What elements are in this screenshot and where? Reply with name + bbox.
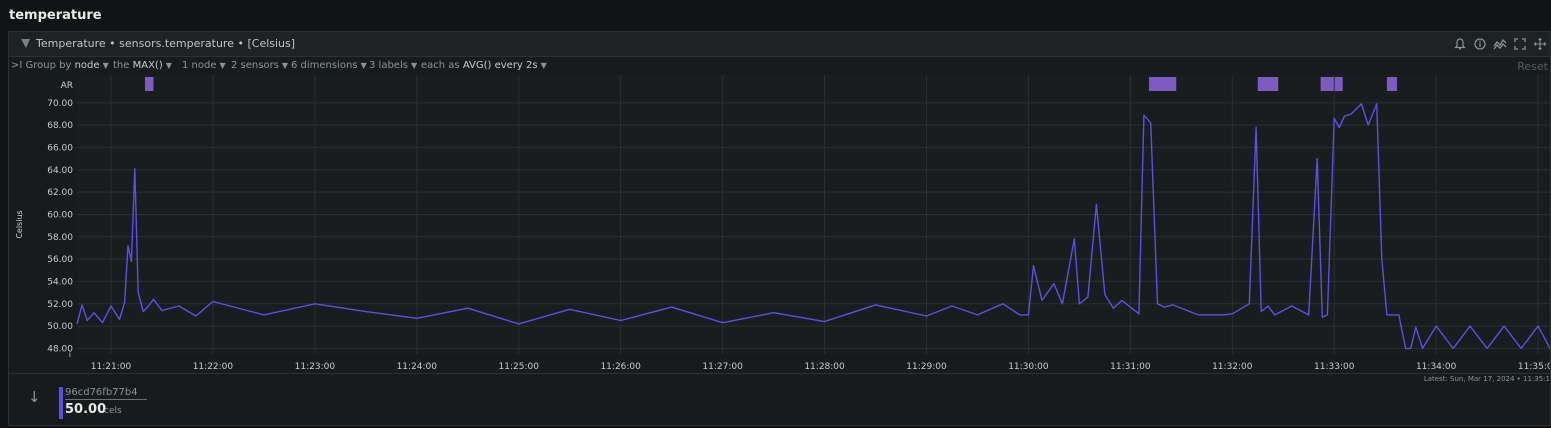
page-title: temperature	[9, 8, 102, 23]
annotation-band	[1320, 77, 1343, 91]
y-tick-label: 58.00	[47, 233, 73, 243]
x-tick-label: 11:29:00	[906, 362, 947, 372]
annotation-label: AR	[61, 81, 73, 91]
x-tick-label: 11:24:00	[397, 362, 438, 372]
annotation-band	[1386, 77, 1398, 91]
x-tick-label: 11:32:00	[1212, 362, 1253, 372]
arrow-down-icon[interactable]: ↓	[28, 388, 41, 406]
x-tick-label: 11:28:00	[804, 362, 845, 372]
legend-series-name[interactable]: 96cd76fb77b4	[65, 387, 147, 400]
legend-value: 50.00	[65, 402, 107, 417]
legend-color-swatch	[59, 387, 63, 419]
latest-timestamp: Latest: Sun, Mar 17, 2024 • 11:35:1	[1423, 375, 1550, 383]
y-tick-label: 60.00	[47, 210, 73, 220]
y-tick-label: 62.00	[47, 188, 73, 198]
y-axis-label: Celsius	[15, 210, 24, 238]
y-tick-label: 66.00	[47, 143, 73, 153]
chart-panel: Temperature • sensors.temperature • [Cel…	[8, 31, 1551, 426]
line-chart[interactable]: AR48.0050.0052.0054.0056.0058.0060.0062.…	[9, 32, 1550, 373]
x-tick-label: 11:23:00	[295, 362, 336, 372]
y-tick-label: 68.00	[47, 121, 73, 131]
x-tick-label: 11:30:00	[1008, 362, 1049, 372]
legend-unit: cels	[104, 406, 122, 416]
x-tick-label: 11:25:00	[499, 362, 540, 372]
annotation-band	[144, 77, 154, 91]
x-tick-label: 11:33:00	[1314, 362, 1355, 372]
x-tick-label: 11:31:00	[1110, 362, 1151, 372]
annotation-band	[1257, 77, 1279, 91]
y-tick-label: 50.00	[47, 322, 73, 332]
x-tick-label: 11:35:00	[1518, 362, 1550, 372]
y-tick-label: 54.00	[47, 277, 73, 287]
x-tick-label: 11:27:00	[702, 362, 743, 372]
legend: ↓ 96cd76fb77b4 50.00 cels Latest: Sun, M…	[9, 373, 1550, 428]
x-tick-label: 11:22:00	[193, 362, 234, 372]
annotation-band	[1149, 77, 1177, 91]
x-tick-label: 11:34:00	[1416, 362, 1457, 372]
x-tick-label: 11:26:00	[600, 362, 641, 372]
y-tick-label: 64.00	[47, 166, 73, 176]
y-tick-label: 70.00	[47, 99, 73, 109]
y-tick-label: 52.00	[47, 300, 73, 310]
y-tick-label: 56.00	[47, 255, 73, 265]
x-tick-label: 11:21:00	[91, 362, 132, 372]
y-axis-marker: i	[69, 350, 71, 359]
